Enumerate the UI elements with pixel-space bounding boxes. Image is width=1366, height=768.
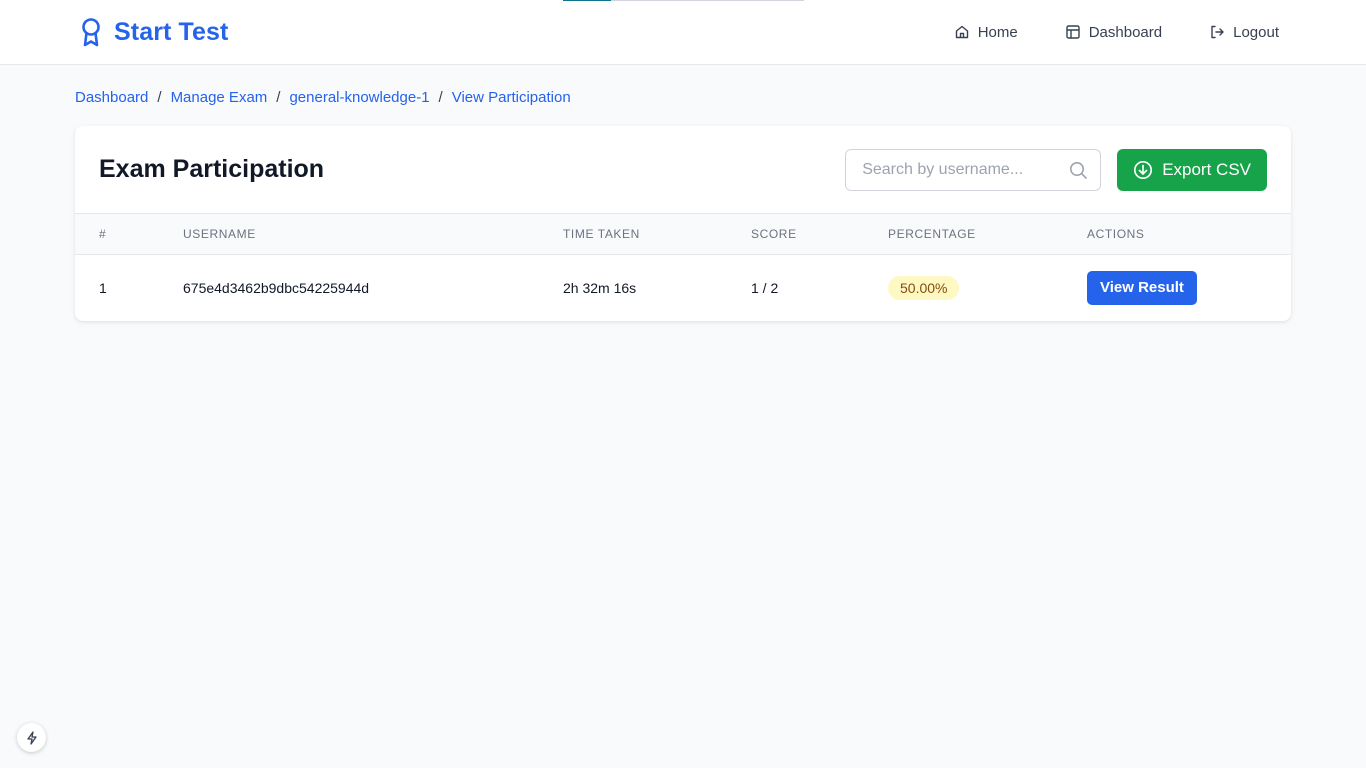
cell-index: 1 bbox=[99, 279, 107, 296]
nav-logout[interactable]: Logout bbox=[1209, 24, 1279, 41]
cell-username: 675e4d3462b9dbc54225944d bbox=[183, 279, 370, 296]
card-header: Exam Participation Export CSV bbox=[75, 126, 1291, 214]
lightning-icon bbox=[26, 730, 37, 745]
column-header-username: USERNAME bbox=[183, 226, 256, 241]
column-header-percentage: PERCENTAGE bbox=[888, 226, 976, 241]
search-icon bbox=[1070, 161, 1087, 179]
search-input[interactable] bbox=[846, 149, 1101, 190]
cell-score: 1 / 2 bbox=[751, 279, 779, 296]
column-header-score: SCORE bbox=[751, 226, 797, 241]
main-nav: Home Dashboard Logout bbox=[954, 24, 1279, 41]
column-header-actions: ACTIONS bbox=[1087, 226, 1145, 241]
view-result-button[interactable]: View Result bbox=[1087, 270, 1197, 305]
participation-table: # USERNAME TIME TAKEN SCORE PERCENTAGE A… bbox=[75, 214, 1291, 321]
table-header-row: # USERNAME TIME TAKEN SCORE PERCENTAGE A… bbox=[75, 214, 1291, 254]
card-toolbar: Export CSV bbox=[845, 148, 1267, 191]
brand-link[interactable]: Start Test bbox=[78, 17, 228, 47]
table-row: 1 675e4d3462b9dbc54225944d 2h 32m 16s 1 … bbox=[75, 254, 1291, 321]
award-icon bbox=[82, 18, 100, 47]
cell-actions: View Result bbox=[1087, 254, 1291, 321]
percentage-badge: 50.00% bbox=[888, 275, 960, 300]
column-header-index: # bbox=[99, 226, 107, 241]
nav-dashboard[interactable]: Dashboard bbox=[1065, 24, 1162, 41]
brand-title: Start Test bbox=[114, 17, 229, 46]
breadcrumb-manage-exam[interactable]: Manage Exam bbox=[171, 89, 268, 106]
breadcrumb-dashboard[interactable]: Dashboard bbox=[75, 89, 148, 106]
top-progress-fill bbox=[563, 0, 611, 1]
nav-dashboard-label: Dashboard bbox=[1088, 23, 1163, 41]
devtools-button[interactable] bbox=[17, 723, 46, 752]
table-body: 1 675e4d3462b9dbc54225944d 2h 32m 16s 1 … bbox=[75, 254, 1291, 321]
nav-home-label: Home bbox=[977, 23, 1018, 41]
nav-home[interactable]: Home bbox=[954, 24, 1018, 41]
logout-icon bbox=[1211, 25, 1224, 39]
breadcrumb-separator: / bbox=[438, 89, 443, 106]
table-header: # USERNAME TIME TAKEN SCORE PERCENTAGE A… bbox=[75, 214, 1291, 254]
breadcrumb-separator: / bbox=[157, 89, 162, 106]
page-title: Exam Participation bbox=[99, 155, 325, 183]
download-circle-icon bbox=[1134, 160, 1153, 179]
column-header-time-taken: TIME TAKEN bbox=[563, 226, 640, 241]
breadcrumb-view-participation[interactable]: View Participation bbox=[452, 89, 571, 106]
layout-icon bbox=[1066, 25, 1080, 39]
cell-percentage: 50.00% bbox=[888, 254, 1087, 321]
nav-logout-label: Logout bbox=[1233, 23, 1279, 41]
export-csv-label: Export CSV bbox=[1162, 159, 1251, 179]
top-progress-bar bbox=[563, 0, 804, 1]
home-icon bbox=[955, 25, 968, 39]
participation-card: Exam Participation Export CSV # bbox=[75, 126, 1291, 321]
breadcrumb: Dashboard / Manage Exam / general-knowle… bbox=[75, 89, 571, 106]
export-csv-button[interactable]: Export CSV bbox=[1117, 148, 1267, 191]
search-box bbox=[845, 148, 1102, 191]
breadcrumb-exam[interactable]: general-knowledge-1 bbox=[289, 89, 429, 106]
breadcrumb-separator: / bbox=[276, 89, 281, 106]
top-navbar: Start Test Home Dashboard Logout bbox=[0, 0, 1366, 65]
cell-time-taken: 2h 32m 16s bbox=[563, 279, 637, 296]
